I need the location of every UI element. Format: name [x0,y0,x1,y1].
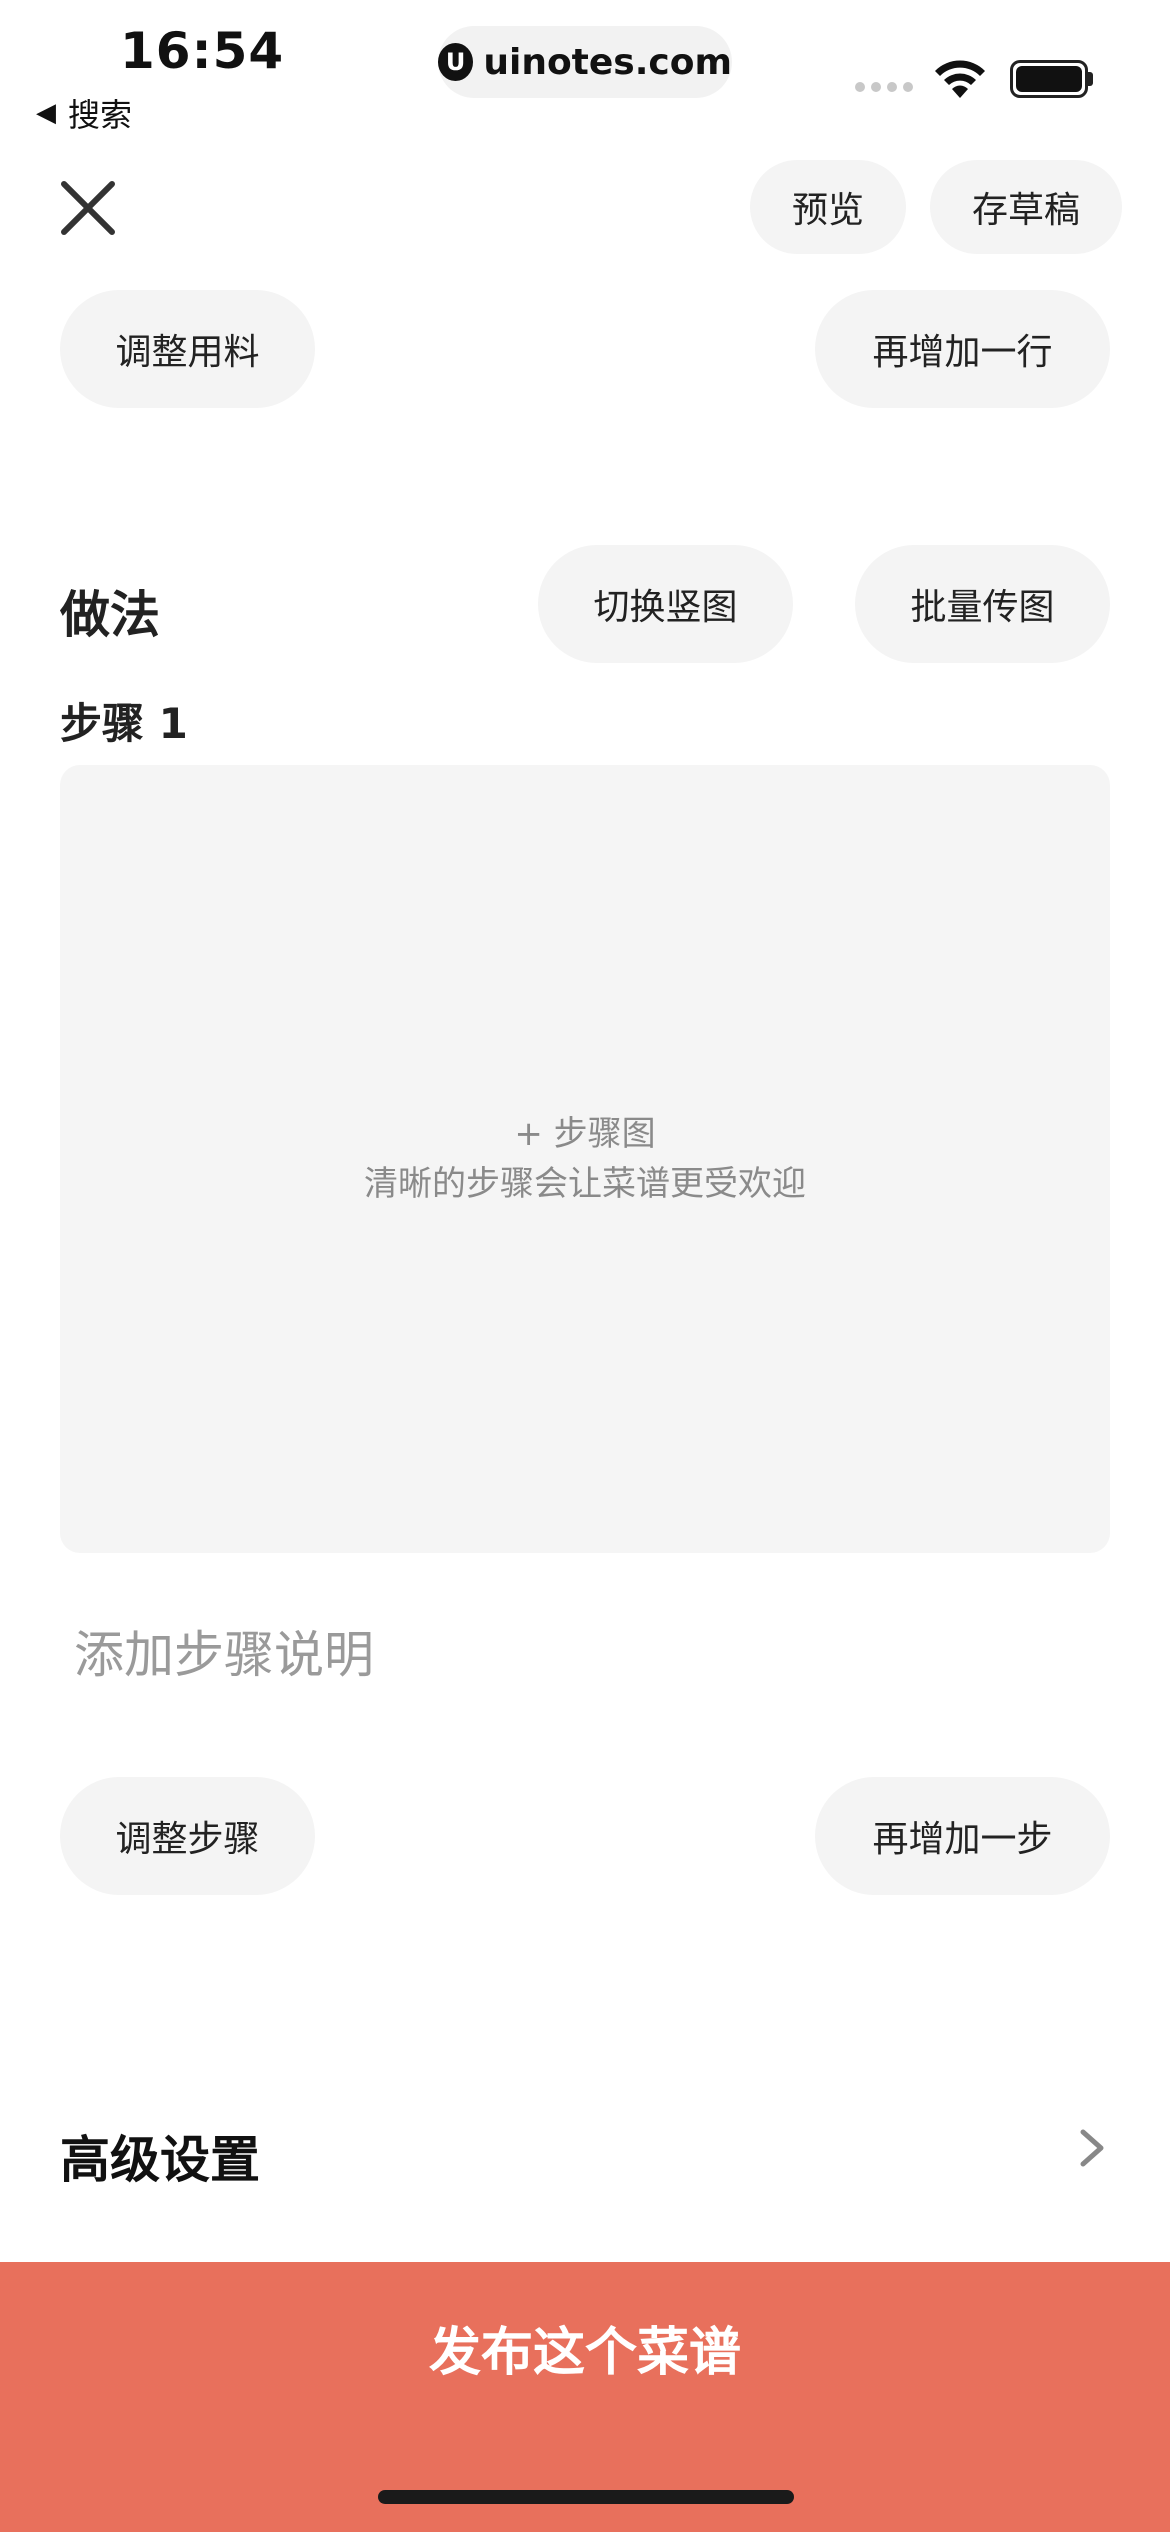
upload-title: + 步骤图 [514,1114,656,1154]
back-label: 搜索 [68,96,133,134]
toggle-vertical-image-button[interactable]: 切换竖图 [538,545,793,663]
cellular-signal-icon [855,82,915,96]
battery-icon [1010,60,1088,98]
wifi-icon [935,60,985,98]
save-draft-button[interactable]: 存草稿 [930,160,1122,254]
chevron-right-icon[interactable] [1075,2128,1109,2168]
step-1-label: 步骤 1 [60,699,188,748]
back-triangle-icon: ◀ [36,98,56,128]
adjust-ingredients-button[interactable]: 调整用料 [60,290,315,408]
upload-hint: 清晰的步骤会让菜谱更受欢迎 [364,1164,806,1204]
preview-button[interactable]: 预览 [750,160,906,254]
url-text: uinotes.com [483,41,732,83]
status-time: 16:54 [120,22,285,80]
battery-cap [1088,72,1093,86]
back-to-search-link[interactable]: ◀ 搜索 [36,90,132,136]
step-image-upload[interactable]: + 步骤图 清晰的步骤会让菜谱更受欢迎 [60,765,1110,1553]
close-icon[interactable] [58,178,118,238]
advanced-settings-title[interactable]: 高级设置 [60,2120,260,2192]
add-ingredient-row-button[interactable]: 再增加一行 [815,290,1110,408]
home-indicator [378,2490,794,2504]
step-description-input[interactable]: 添加步骤说明 [74,1615,374,1687]
site-logo-icon: U [438,43,474,81]
add-step-button[interactable]: 再增加一步 [815,1777,1110,1895]
publish-label: 发布这个菜谱 [428,2323,741,2383]
method-title: 做法 [60,586,160,644]
url-pill[interactable]: U uinotes.com [438,26,732,98]
adjust-steps-button[interactable]: 调整步骤 [60,1777,315,1895]
batch-upload-button[interactable]: 批量传图 [855,545,1110,663]
